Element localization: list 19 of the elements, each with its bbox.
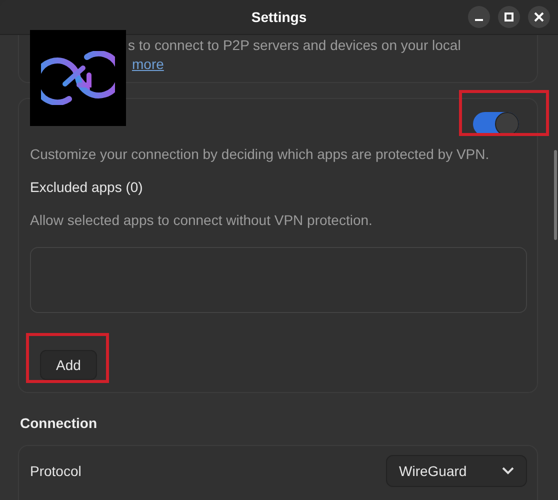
card-description: s to connect to P2P servers and devices on your local — [128, 36, 462, 55]
maximize-icon — [504, 12, 514, 22]
close-icon — [534, 12, 544, 22]
window-title: Settings — [251, 9, 307, 25]
logo-icon — [30, 30, 126, 126]
chevron-down-icon — [502, 467, 514, 475]
close-button[interactable] — [528, 6, 550, 28]
add-button[interactable]: Add — [40, 350, 97, 380]
protocol-dropdown[interactable]: WireGuard — [386, 455, 527, 487]
scrollbar[interactable] — [554, 150, 557, 240]
card-description: Customize your connection by deciding which apps are protected by VPN. — [30, 145, 490, 164]
excluded-apps-hint: Allow selected apps to connect without VPN protection. — [30, 211, 374, 230]
excluded-apps-title: Excluded apps (0) — [30, 179, 144, 195]
maximize-button[interactable] — [498, 6, 520, 28]
learn-more-link[interactable]: more — [132, 56, 164, 72]
section-heading: Connection — [20, 415, 98, 431]
minimize-button[interactable] — [468, 6, 490, 28]
minimize-icon — [475, 19, 483, 21]
protocol-label: Protocol — [30, 463, 82, 479]
